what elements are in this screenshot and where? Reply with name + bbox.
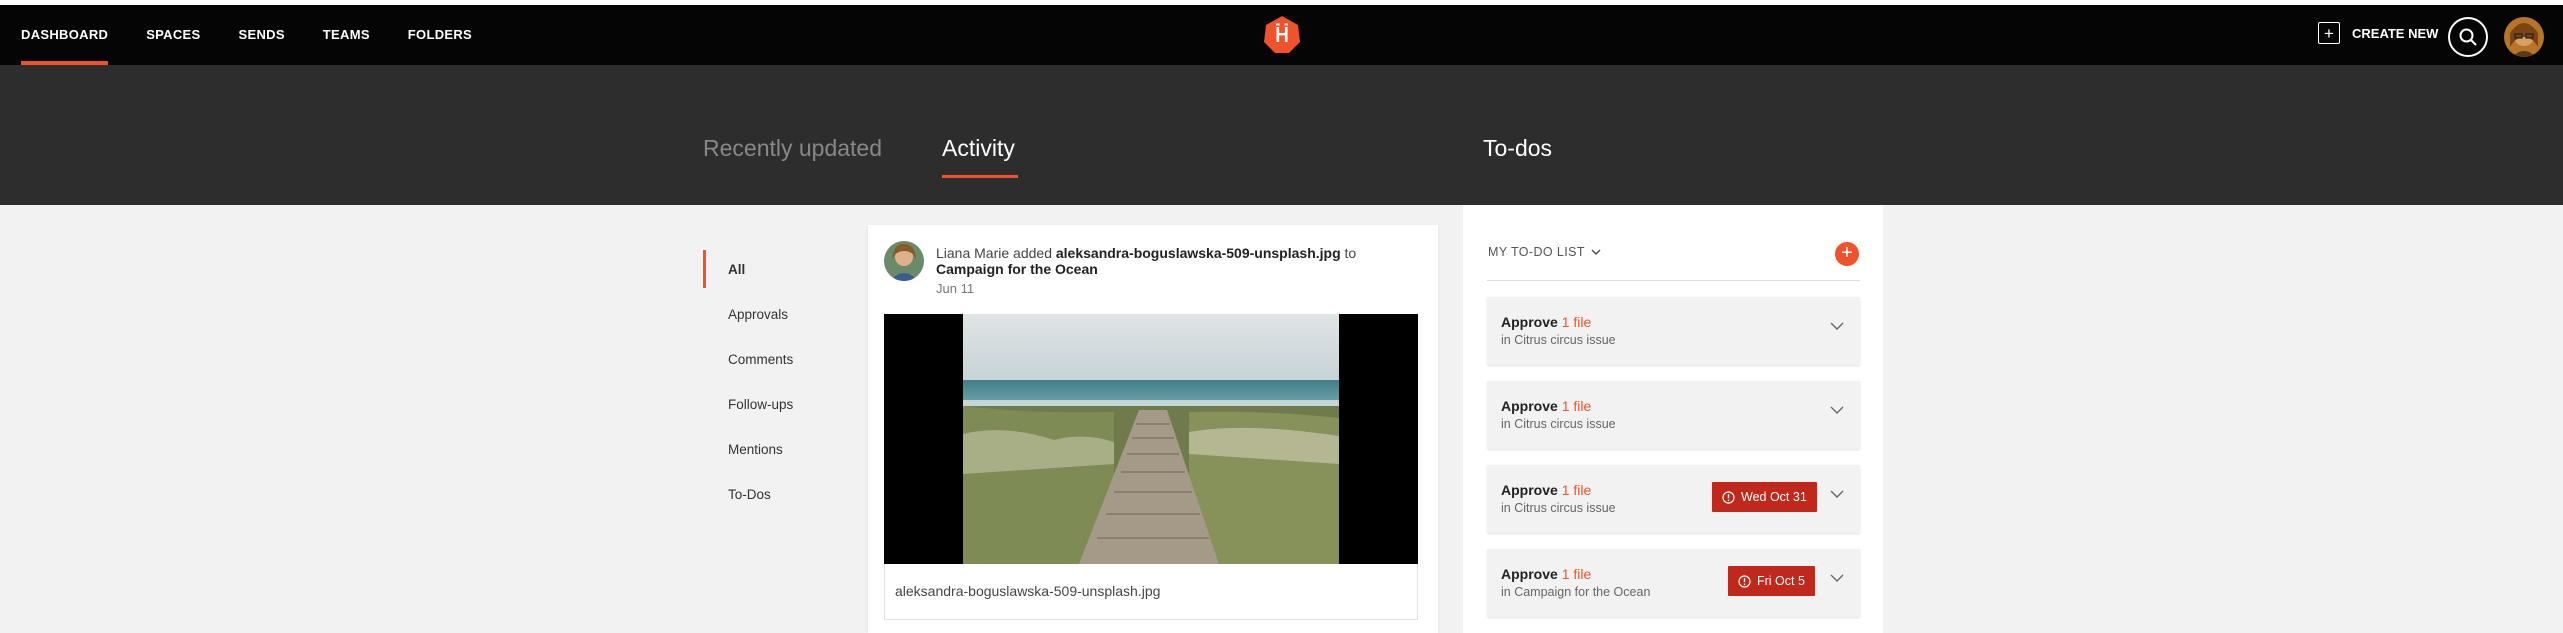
todo-verb: Approve <box>1501 482 1558 498</box>
due-date-label: Fri Oct 5 <box>1757 574 1805 588</box>
todo-count: 1 file <box>1561 566 1592 582</box>
alert-icon <box>1722 490 1735 504</box>
nav-folders[interactable]: FOLDERS <box>408 5 472 65</box>
chevron-down-icon[interactable] <box>1830 406 1844 415</box>
todo-item[interactable]: Approve 1 file in Citrus circus issue We… <box>1487 465 1860 533</box>
chevron-down-icon[interactable] <box>1830 322 1844 331</box>
add-todo-button[interactable]: + <box>1835 242 1859 266</box>
todo-verb: Approve <box>1501 398 1558 414</box>
activity-card: Liana Marie added aleksandra-boguslawska… <box>868 225 1438 633</box>
activity-headline: Liana Marie added aleksandra-boguslawska… <box>936 245 1356 261</box>
filter-to-dos[interactable]: To-Dos <box>728 487 771 502</box>
todo-item[interactable]: Approve 1 file in Citrus circus issue <box>1487 297 1860 365</box>
main-nav: DASHBOARD SPACES SENDS TEAMS FOLDERS <box>21 5 510 65</box>
alert-icon <box>1738 574 1751 588</box>
actor-avatar-image <box>884 241 924 281</box>
todo-verb: Approve <box>1501 566 1558 582</box>
filter-follow-ups[interactable]: Follow-ups <box>728 397 793 412</box>
chevron-down-icon <box>1591 248 1601 255</box>
activity-preposition: to <box>1344 245 1357 261</box>
todo-divider <box>1487 280 1860 281</box>
activity-date: Jun 11 <box>936 281 975 296</box>
todo-location: in Citrus circus issue <box>1501 417 1616 431</box>
todo-item[interactable]: Approve 1 file in Citrus circus issue <box>1487 381 1860 449</box>
due-date-badge[interactable]: Fri Oct 5 <box>1728 566 1815 596</box>
todo-verb: Approve <box>1501 314 1558 330</box>
todo-count: 1 file <box>1561 314 1592 330</box>
nav-dashboard[interactable]: DASHBOARD <box>21 5 109 65</box>
active-tab-indicator <box>942 175 1018 178</box>
tab-todos[interactable]: To-dos <box>1483 135 1552 162</box>
user-avatar-image <box>2504 17 2544 57</box>
create-new-label: CREATE NEW <box>2352 25 2439 41</box>
actor-name[interactable]: Liana Marie <box>936 245 1009 261</box>
todo-title: Approve 1 file <box>1501 482 1591 498</box>
activity-verb: added <box>1013 245 1052 261</box>
todo-panel: MY TO-DO LIST + Approve 1 file in Citrus… <box>1463 205 1883 633</box>
todo-title: Approve 1 file <box>1501 398 1591 414</box>
beach-boardwalk-image <box>884 314 1418 564</box>
todo-title: Approve 1 file <box>1501 314 1591 330</box>
actor-avatar[interactable] <box>884 241 924 281</box>
chevron-down-icon[interactable] <box>1830 490 1844 499</box>
nav-teams[interactable]: TEAMS <box>323 5 370 65</box>
todo-title: Approve 1 file <box>1501 566 1591 582</box>
todo-location: in Campaign for the Ocean <box>1501 585 1651 599</box>
todo-list-title: MY TO-DO LIST <box>1488 245 1585 259</box>
search-icon <box>2459 28 2477 46</box>
file-caption[interactable]: aleksandra-boguslawska-509-unsplash.jpg <box>884 564 1418 620</box>
file-preview[interactable] <box>884 314 1418 564</box>
todo-list-dropdown[interactable]: MY TO-DO LIST <box>1488 245 1601 259</box>
todo-location: in Citrus circus issue <box>1501 501 1616 515</box>
activity-target-link[interactable]: Campaign for the Ocean <box>936 261 1098 277</box>
active-filter-indicator <box>703 250 706 288</box>
due-date-label: Wed Oct 31 <box>1741 490 1807 504</box>
filter-comments[interactable]: Comments <box>728 352 793 367</box>
user-avatar[interactable] <box>2504 17 2544 57</box>
tab-activity[interactable]: Activity <box>942 135 1015 162</box>
todo-item[interactable]: Approve 1 file in Campaign for the Ocean… <box>1487 549 1860 617</box>
filter-all[interactable]: All <box>728 262 745 277</box>
activity-file-link[interactable]: aleksandra-boguslawska-509-unsplash.jpg <box>1056 245 1341 261</box>
chevron-down-icon[interactable] <box>1830 574 1844 583</box>
nav-spaces[interactable]: SPACES <box>146 5 200 65</box>
plus-icon: + <box>2318 22 2340 44</box>
todo-location: in Citrus circus issue <box>1501 333 1616 347</box>
todo-count: 1 file <box>1561 482 1592 498</box>
filter-mentions[interactable]: Mentions <box>728 442 783 457</box>
create-new-button[interactable]: + CREATE NEW <box>2318 22 2438 44</box>
brand-logo-icon[interactable] <box>1262 15 1302 55</box>
tab-recently-updated[interactable]: Recently updated <box>703 135 882 162</box>
nav-sends[interactable]: SENDS <box>239 5 285 65</box>
search-button[interactable] <box>2448 17 2488 57</box>
dashboard-header: Recently updated Activity To-dos <box>0 65 2563 205</box>
todo-count: 1 file <box>1561 398 1592 414</box>
due-date-badge[interactable]: Wed Oct 31 <box>1712 482 1817 512</box>
filter-approvals[interactable]: Approvals <box>728 307 788 322</box>
top-navbar: DASHBOARD SPACES SENDS TEAMS FOLDERS + C… <box>0 0 2563 65</box>
